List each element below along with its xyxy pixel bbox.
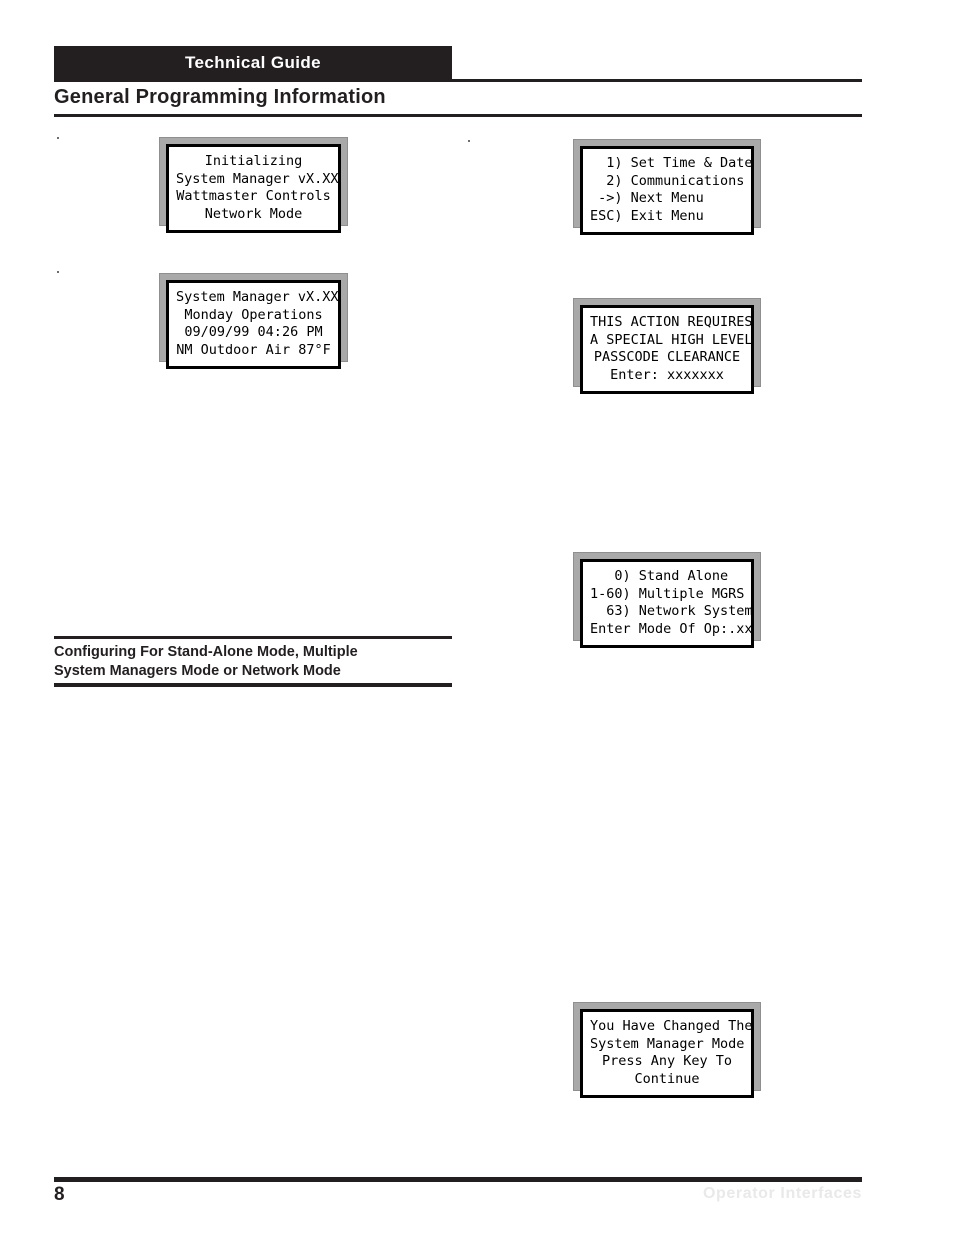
- section-heading-line-2: System Managers Mode or Network Mode: [54, 663, 341, 679]
- lcd-screen: You Have Changed The System Manager Mode…: [580, 1009, 754, 1098]
- lcd-line: Monday Operations: [184, 306, 323, 323]
- lcd-line: ESC) Exit Menu: [590, 207, 704, 224]
- lcd-screen: THIS ACTION REQUIRES A SPECIAL HIGH LEVE…: [580, 305, 754, 394]
- scan-speck: [468, 140, 470, 142]
- section-rule-bottom: [54, 683, 452, 687]
- header-divider-rule: [54, 79, 862, 82]
- lcd-display-status-screen: System Manager vX.XX Monday Operations 0…: [159, 273, 348, 369]
- lcd-line: NM Outdoor Air 87°F: [176, 341, 331, 358]
- scan-speck: [57, 137, 59, 139]
- lcd-line: System Manager Mode: [590, 1035, 745, 1052]
- lcd-line: Press Any Key To: [601, 1053, 733, 1069]
- page-number: 8: [54, 1184, 65, 1205]
- lcd-line: 2) Communications: [590, 172, 745, 189]
- lcd-line: Initializing: [204, 153, 303, 169]
- lcd-line: Continue: [634, 1070, 700, 1087]
- lcd-display-initializing: Initializing System Manager vX.XX Wattma…: [159, 137, 348, 233]
- lcd-display-mode-of-operation: 0) Stand Alone 1-60) Multiple MGRS 63) N…: [573, 552, 761, 648]
- lcd-line: 1) Set Time & Date: [590, 155, 753, 171]
- lcd-line: You Have Changed The: [590, 1018, 753, 1034]
- lcd-line: A SPECIAL HIGH LEVEL: [590, 331, 753, 348]
- lcd-line: 0) Stand Alone: [590, 568, 729, 584]
- lcd-line: System Manager vX.XX: [176, 170, 339, 187]
- section-heading-configuring: Configuring For Stand-Alone Mode, Multip…: [54, 636, 452, 687]
- lcd-line: Network Mode: [204, 205, 303, 222]
- technical-guide-label: Technical Guide: [184, 53, 322, 72]
- lcd-line: 09/09/99 04:26 PM: [184, 324, 323, 340]
- lcd-line: Wattmaster Controls: [176, 188, 331, 204]
- lcd-display-passcode-prompt: THIS ACTION REQUIRES A SPECIAL HIGH LEVE…: [573, 298, 761, 394]
- section-heading-line-1: Configuring For Stand-Alone Mode, Multip…: [54, 644, 358, 660]
- lcd-line: 1-60) Multiple MGRS: [590, 585, 745, 602]
- section-heading-text: Configuring For Stand-Alone Mode, Multip…: [54, 639, 452, 683]
- lcd-line: 63) Network System: [590, 603, 753, 619]
- lcd-line: Enter: xxxxxxx: [610, 366, 724, 383]
- lcd-screen: System Manager vX.XX Monday Operations 0…: [166, 280, 341, 369]
- title-divider-rule: [54, 114, 862, 117]
- lcd-screen: 1) Set Time & Date 2) Communications ->)…: [580, 146, 754, 235]
- technical-guide-banner: Technical Guide: [54, 46, 452, 79]
- lcd-screen: Initializing System Manager vX.XX Wattma…: [166, 144, 341, 233]
- footer-section-name: Operator Interfaces: [702, 1185, 862, 1202]
- lcd-line: ->) Next Menu: [590, 190, 704, 206]
- lcd-display-main-menu: 1) Set Time & Date 2) Communications ->)…: [573, 139, 761, 235]
- scan-speck: [57, 271, 59, 273]
- lcd-line: Enter Mode Of Op:.xx: [590, 620, 753, 637]
- lcd-screen: 0) Stand Alone 1-60) Multiple MGRS 63) N…: [580, 559, 754, 648]
- lcd-display-mode-changed-confirmation: You Have Changed The System Manager Mode…: [573, 1002, 761, 1098]
- lcd-line: System Manager vX.XX: [176, 289, 339, 305]
- footer-divider-rule: [54, 1177, 862, 1182]
- page-title: General Programming Information: [54, 86, 386, 108]
- lcd-line: THIS ACTION REQUIRES: [590, 314, 753, 330]
- lcd-line: PASSCODE CLEARANCE: [593, 349, 741, 365]
